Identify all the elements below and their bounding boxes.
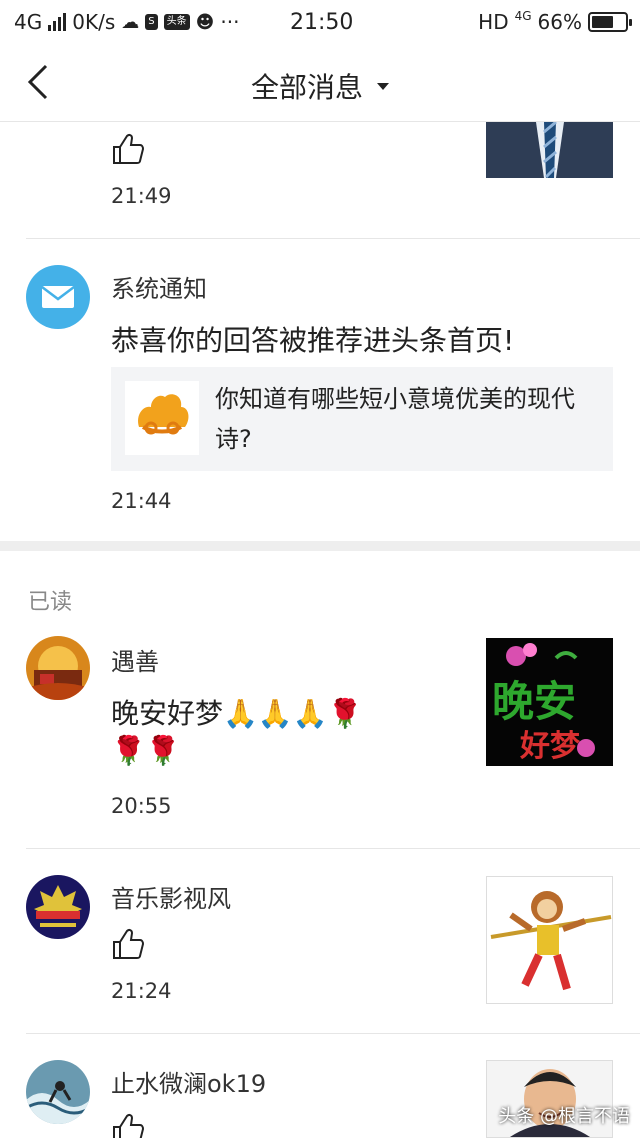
more-icon: ··· [220, 10, 240, 34]
toutiao-icon: 头条 [163, 14, 190, 30]
message-content: 恭喜你的回答被推荐进头条首页! [111, 324, 515, 357]
sender-name: 系统通知 [111, 275, 207, 303]
sender-name: 止水微澜ok19 [111, 1070, 267, 1098]
list-item-system-notice[interactable]: 系统通知 恭喜你的回答被推荐进头条首页! 你知道有哪些短小意境优美的现代诗? 2… [0, 239, 640, 541]
monkey-king-image [487, 877, 612, 1003]
list-item[interactable]: 21:49 [0, 122, 640, 238]
s-app-icon: S [145, 14, 158, 30]
signal-icon [48, 13, 67, 31]
nav-title: 全部消息 [250, 71, 363, 104]
speed-label: 0K/s [72, 10, 116, 34]
status-bar: 4G 0K/s ☁ S 头条 ☻ ··· 21:50 HD 4G 66% [0, 0, 640, 44]
nav-bar: 全部消息 [0, 44, 640, 122]
list-item[interactable]: 音乐影视风 21:24 [0, 849, 640, 1033]
message-time: 21:44 [111, 489, 172, 513]
section-label-read: 已读 [28, 590, 73, 615]
hd-label: HD [478, 10, 509, 34]
avatar[interactable] [26, 1060, 90, 1124]
message-content-line1: 晚安好梦🙏🙏🙏🌹 [111, 697, 363, 730]
like-icon [113, 133, 145, 164]
face-icon: ☻ [195, 11, 215, 33]
message-time: 20:55 [111, 794, 172, 818]
nav-title-dropdown[interactable]: 全部消息 [0, 66, 640, 106]
battery-fill [592, 16, 613, 28]
toutiao-logo-icon [138, 394, 189, 435]
question-card[interactable]: 你知道有哪些短小意境优美的现代诗? [111, 367, 613, 471]
status-right: HD 4G 66% [478, 9, 632, 34]
battery-icon [588, 12, 632, 32]
network-label: 4G [14, 10, 43, 34]
avatar-image [26, 636, 90, 700]
suit-image [486, 122, 613, 178]
message-time: 21:24 [111, 979, 172, 1003]
card-text: 你知道有哪些短小意境优美的现代诗? [215, 385, 575, 453]
thumb-text-sweetdreams: 好梦 [519, 729, 580, 764]
battery-percent: 66% [537, 10, 582, 34]
good-night-image: 晚安 好梦 [486, 638, 613, 766]
message-content-line2: 🌹🌹 [111, 734, 181, 767]
watermark: 头条 @根言不语 [498, 1106, 630, 1127]
list-item[interactable]: 遇善 晚安好梦🙏🙏🙏🌹 🌹🌹 20:55 晚安 好梦 [0, 620, 640, 848]
message-thumbnail[interactable] [486, 876, 613, 1004]
caret-down-icon [377, 82, 389, 90]
net2-label: 4G [514, 9, 532, 23]
cloud-icon: ☁ [121, 11, 140, 33]
status-left: 4G 0K/s ☁ S 头条 ☻ ··· [14, 10, 239, 34]
avatar[interactable] [26, 875, 90, 939]
avatar-image [26, 1060, 90, 1124]
message-thumbnail[interactable]: 晚安 好梦 [486, 638, 613, 766]
message-time: 21:49 [111, 184, 172, 208]
clock: 21:50 [290, 10, 354, 35]
like-icon [113, 1113, 145, 1138]
avatar-image [26, 875, 90, 939]
sender-name: 遇善 [111, 648, 159, 676]
thumb-text-goodnight: 晚安 [492, 677, 576, 726]
system-avatar [26, 265, 90, 329]
like-icon [113, 928, 145, 959]
section-separator [0, 541, 640, 551]
card-image [125, 381, 199, 455]
mail-icon [41, 286, 75, 308]
sender-name: 音乐影视风 [111, 885, 231, 913]
message-thumbnail[interactable] [486, 122, 613, 178]
avatar[interactable] [26, 636, 90, 700]
